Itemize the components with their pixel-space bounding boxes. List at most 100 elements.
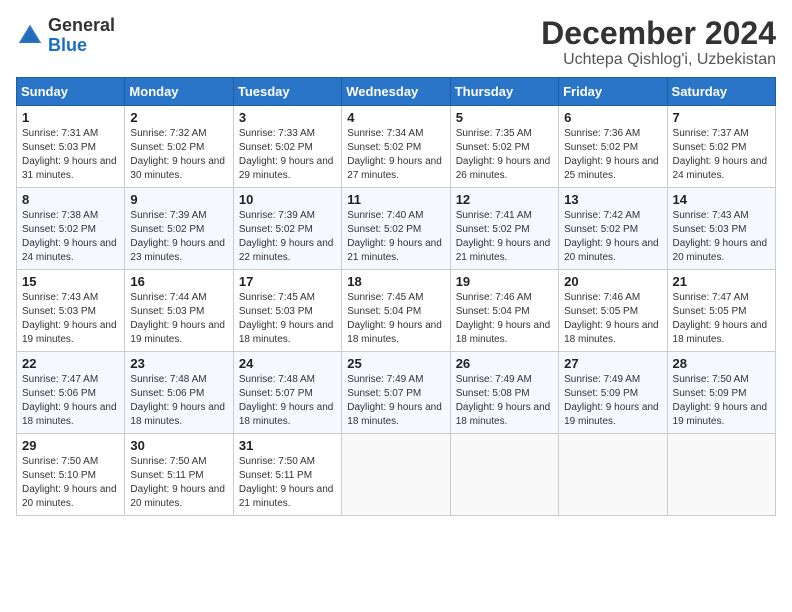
table-row: 7 Sunrise: 7:37 AM Sunset: 5:02 PM Dayli… <box>667 106 775 188</box>
daylight-label: Daylight: 9 hours and 20 minutes. <box>564 238 659 263</box>
sunrise-label: Sunrise: 7:38 AM <box>22 210 98 221</box>
sunrise-label: Sunrise: 7:49 AM <box>564 374 640 385</box>
sunset-label: Sunset: 5:02 PM <box>22 224 96 235</box>
daylight-label: Daylight: 9 hours and 19 minutes. <box>564 402 659 427</box>
table-row: 14 Sunrise: 7:43 AM Sunset: 5:03 PM Dayl… <box>667 188 775 270</box>
calendar-week-2: 8 Sunrise: 7:38 AM Sunset: 5:02 PM Dayli… <box>17 188 776 270</box>
sunset-label: Sunset: 5:02 PM <box>456 224 530 235</box>
calendar-week-3: 15 Sunrise: 7:43 AM Sunset: 5:03 PM Dayl… <box>17 270 776 352</box>
daylight-label: Daylight: 9 hours and 18 minutes. <box>239 320 334 345</box>
day-number: 9 <box>130 192 227 207</box>
daylight-label: Daylight: 9 hours and 18 minutes. <box>130 402 225 427</box>
table-row: 13 Sunrise: 7:42 AM Sunset: 5:02 PM Dayl… <box>559 188 667 270</box>
sunset-label: Sunset: 5:02 PM <box>564 224 638 235</box>
daylight-label: Daylight: 9 hours and 22 minutes. <box>239 238 334 263</box>
sunrise-label: Sunrise: 7:36 AM <box>564 128 640 139</box>
daylight-label: Daylight: 9 hours and 18 minutes. <box>564 320 659 345</box>
cell-content: Sunrise: 7:41 AM Sunset: 5:02 PM Dayligh… <box>456 209 553 265</box>
cell-content: Sunrise: 7:35 AM Sunset: 5:02 PM Dayligh… <box>456 127 553 183</box>
sunrise-label: Sunrise: 7:44 AM <box>130 292 206 303</box>
table-row: 20 Sunrise: 7:46 AM Sunset: 5:05 PM Dayl… <box>559 270 667 352</box>
table-row: 5 Sunrise: 7:35 AM Sunset: 5:02 PM Dayli… <box>450 106 558 188</box>
day-number: 3 <box>239 110 336 125</box>
logo-blue: Blue <box>48 36 115 56</box>
sunset-label: Sunset: 5:02 PM <box>347 142 421 153</box>
sunset-label: Sunset: 5:10 PM <box>22 470 96 481</box>
sunrise-label: Sunrise: 7:48 AM <box>239 374 315 385</box>
sunrise-label: Sunrise: 7:50 AM <box>239 456 315 467</box>
table-row: 1 Sunrise: 7:31 AM Sunset: 5:03 PM Dayli… <box>17 106 125 188</box>
calendar-week-1: 1 Sunrise: 7:31 AM Sunset: 5:03 PM Dayli… <box>17 106 776 188</box>
table-row: 28 Sunrise: 7:50 AM Sunset: 5:09 PM Dayl… <box>667 352 775 434</box>
sunset-label: Sunset: 5:02 PM <box>239 142 313 153</box>
table-row: 30 Sunrise: 7:50 AM Sunset: 5:11 PM Dayl… <box>125 434 233 516</box>
day-number: 8 <box>22 192 119 207</box>
logo: General Blue <box>16 16 115 56</box>
sunrise-label: Sunrise: 7:47 AM <box>22 374 98 385</box>
cell-content: Sunrise: 7:47 AM Sunset: 5:05 PM Dayligh… <box>673 291 770 347</box>
daylight-label: Daylight: 9 hours and 25 minutes. <box>564 156 659 181</box>
table-row: 17 Sunrise: 7:45 AM Sunset: 5:03 PM Dayl… <box>233 270 341 352</box>
daylight-label: Daylight: 9 hours and 19 minutes. <box>130 320 225 345</box>
table-row: 29 Sunrise: 7:50 AM Sunset: 5:10 PM Dayl… <box>17 434 125 516</box>
table-row: 6 Sunrise: 7:36 AM Sunset: 5:02 PM Dayli… <box>559 106 667 188</box>
cell-content: Sunrise: 7:34 AM Sunset: 5:02 PM Dayligh… <box>347 127 444 183</box>
sunset-label: Sunset: 5:04 PM <box>456 306 530 317</box>
sunrise-label: Sunrise: 7:42 AM <box>564 210 640 221</box>
daylight-label: Daylight: 9 hours and 30 minutes. <box>130 156 225 181</box>
day-number: 13 <box>564 192 661 207</box>
table-row: 4 Sunrise: 7:34 AM Sunset: 5:02 PM Dayli… <box>342 106 450 188</box>
day-number: 7 <box>673 110 770 125</box>
sunrise-label: Sunrise: 7:50 AM <box>130 456 206 467</box>
cell-content: Sunrise: 7:50 AM Sunset: 5:11 PM Dayligh… <box>239 455 336 511</box>
sunrise-label: Sunrise: 7:32 AM <box>130 128 206 139</box>
sunset-label: Sunset: 5:05 PM <box>564 306 638 317</box>
day-number: 2 <box>130 110 227 125</box>
cell-content: Sunrise: 7:31 AM Sunset: 5:03 PM Dayligh… <box>22 127 119 183</box>
cell-content: Sunrise: 7:49 AM Sunset: 5:08 PM Dayligh… <box>456 373 553 429</box>
cell-content: Sunrise: 7:49 AM Sunset: 5:09 PM Dayligh… <box>564 373 661 429</box>
logo-text: General Blue <box>48 16 115 56</box>
sunrise-label: Sunrise: 7:37 AM <box>673 128 749 139</box>
header: General Blue December 2024 Uchtepa Qishl… <box>16 16 776 69</box>
sunrise-label: Sunrise: 7:47 AM <box>673 292 749 303</box>
day-number: 28 <box>673 356 770 371</box>
sunset-label: Sunset: 5:03 PM <box>130 306 204 317</box>
header-wednesday: Wednesday <box>342 78 450 106</box>
table-row: 9 Sunrise: 7:39 AM Sunset: 5:02 PM Dayli… <box>125 188 233 270</box>
sunrise-label: Sunrise: 7:39 AM <box>239 210 315 221</box>
sunrise-label: Sunrise: 7:40 AM <box>347 210 423 221</box>
calendar-header: Sunday Monday Tuesday Wednesday Thursday… <box>17 78 776 106</box>
table-row <box>559 434 667 516</box>
daylight-label: Daylight: 9 hours and 21 minutes. <box>456 238 551 263</box>
daylight-label: Daylight: 9 hours and 18 minutes. <box>456 402 551 427</box>
cell-content: Sunrise: 7:39 AM Sunset: 5:02 PM Dayligh… <box>130 209 227 265</box>
days-header-row: Sunday Monday Tuesday Wednesday Thursday… <box>17 78 776 106</box>
day-number: 1 <box>22 110 119 125</box>
title-area: December 2024 Uchtepa Qishlog'i, Uzbekis… <box>541 16 776 69</box>
sunset-label: Sunset: 5:02 PM <box>456 142 530 153</box>
sunset-label: Sunset: 5:03 PM <box>22 306 96 317</box>
sunset-label: Sunset: 5:02 PM <box>564 142 638 153</box>
calendar-week-5: 29 Sunrise: 7:50 AM Sunset: 5:10 PM Dayl… <box>17 434 776 516</box>
sunset-label: Sunset: 5:05 PM <box>673 306 747 317</box>
calendar-week-4: 22 Sunrise: 7:47 AM Sunset: 5:06 PM Dayl… <box>17 352 776 434</box>
day-number: 24 <box>239 356 336 371</box>
header-thursday: Thursday <box>450 78 558 106</box>
daylight-label: Daylight: 9 hours and 31 minutes. <box>22 156 117 181</box>
sunset-label: Sunset: 5:06 PM <box>130 388 204 399</box>
sunset-label: Sunset: 5:02 PM <box>130 142 204 153</box>
page-container: General Blue December 2024 Uchtepa Qishl… <box>16 16 776 516</box>
cell-content: Sunrise: 7:46 AM Sunset: 5:04 PM Dayligh… <box>456 291 553 347</box>
day-number: 21 <box>673 274 770 289</box>
sunrise-label: Sunrise: 7:34 AM <box>347 128 423 139</box>
day-number: 16 <box>130 274 227 289</box>
sunset-label: Sunset: 5:04 PM <box>347 306 421 317</box>
sunset-label: Sunset: 5:02 PM <box>239 224 313 235</box>
header-saturday: Saturday <box>667 78 775 106</box>
sunset-label: Sunset: 5:08 PM <box>456 388 530 399</box>
sunrise-label: Sunrise: 7:48 AM <box>130 374 206 385</box>
day-number: 6 <box>564 110 661 125</box>
daylight-label: Daylight: 9 hours and 27 minutes. <box>347 156 442 181</box>
daylight-label: Daylight: 9 hours and 24 minutes. <box>22 238 117 263</box>
